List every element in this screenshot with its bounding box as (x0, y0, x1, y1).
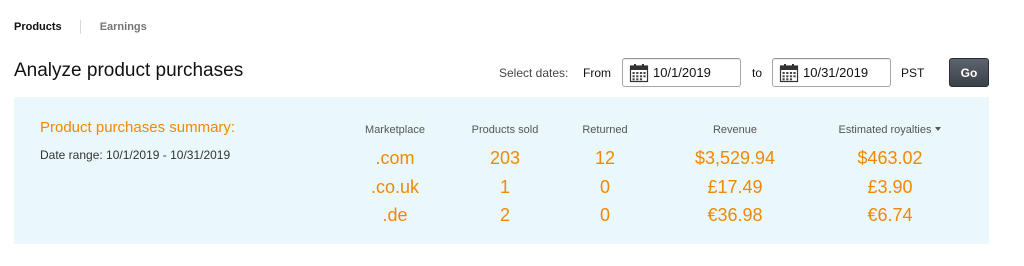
column-header-estimated-royalties[interactable]: Estimated royalties (830, 124, 950, 137)
from-date-field[interactable] (622, 58, 741, 87)
summary-title: Product purchases summary: (40, 119, 236, 136)
tab-divider (79, 20, 81, 34)
row-returned: 0 (599, 205, 610, 225)
row-revenue: $3,529.94 (694, 148, 776, 168)
page-title: Analyze product purchases (14, 60, 244, 81)
row-products-sold: 1 (499, 177, 510, 197)
row-returned: 0 (599, 177, 610, 197)
row-products-sold: 203 (489, 148, 521, 168)
go-button[interactable]: Go (949, 58, 989, 87)
caret-down-icon[interactable] (935, 127, 942, 131)
summary-panel: Product purchases summary: Date range: 1… (14, 97, 989, 244)
from-date-input[interactable] (653, 65, 738, 80)
summary-date-range: Date range: 10/1/2019 - 10/31/2019 (40, 148, 231, 162)
row-revenue: €36.98 (707, 205, 763, 225)
row-royalties: £3.90 (867, 177, 913, 197)
row-marketplace: .com (375, 148, 415, 168)
select-dates-label: Select dates: (499, 66, 569, 80)
row-royalties: $463.02 (857, 148, 923, 168)
from-label: From (583, 66, 611, 80)
column-header-revenue: Revenue (712, 124, 758, 136)
row-marketplace: .co.uk (370, 177, 420, 197)
calendar-icon[interactable] (629, 63, 649, 83)
column-header-returned: Returned (582, 124, 628, 136)
row-products-sold: 2 (499, 205, 510, 225)
row-returned: 12 (594, 148, 616, 168)
to-date-field[interactable] (772, 58, 891, 87)
timezone-label: PST (901, 66, 925, 80)
row-marketplace: .de (382, 205, 408, 225)
row-royalties: €6.74 (867, 205, 913, 225)
calendar-icon[interactable] (779, 63, 799, 83)
column-header-marketplace: Marketplace (365, 124, 425, 136)
to-date-input[interactable] (803, 65, 888, 80)
tab-earnings[interactable]: Earnings (100, 19, 147, 35)
column-header-products-sold: Products sold (471, 124, 539, 136)
royalties-header-label: Estimated royalties (838, 124, 932, 136)
to-label: to (752, 66, 763, 80)
tab-bar: Products Earnings (14, 19, 147, 35)
row-revenue: £17.49 (707, 177, 763, 197)
tab-products[interactable]: Products (14, 19, 62, 35)
